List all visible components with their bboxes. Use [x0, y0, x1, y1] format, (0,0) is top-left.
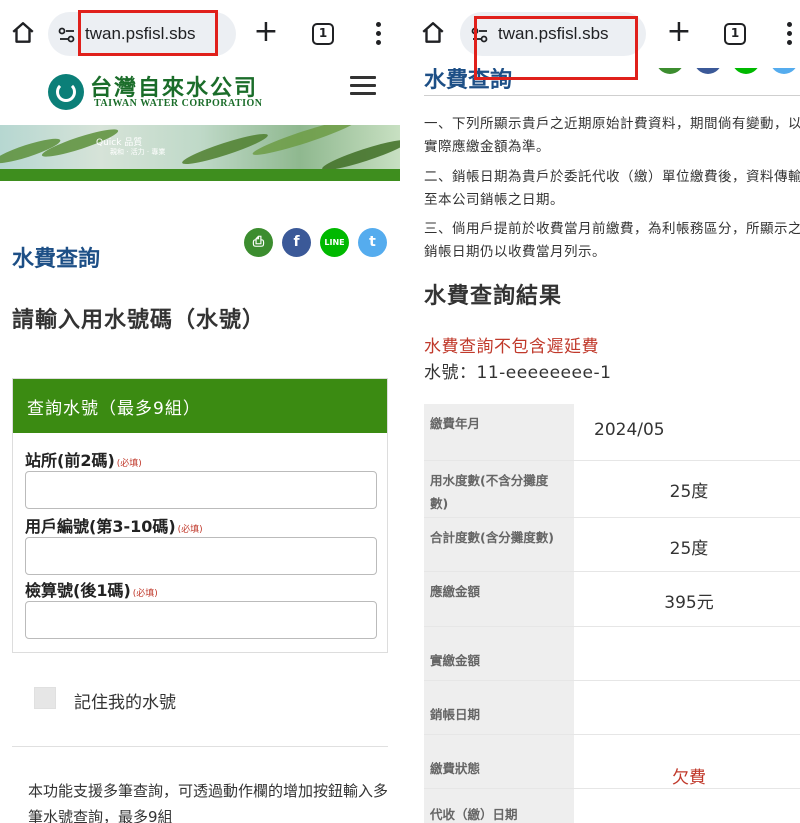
- hamburger-menu-icon[interactable]: [350, 76, 376, 95]
- new-tab-icon[interactable]: +: [253, 17, 279, 48]
- station-input[interactable]: [25, 471, 377, 509]
- site-settings-icon[interactable]: [57, 25, 77, 45]
- facebook-icon[interactable]: f: [282, 228, 311, 257]
- print-icon[interactable]: ⎙: [244, 228, 273, 257]
- note-paragraph-3: 三、倘用戶提前於收費當月前繳費，為利帳務區分，所顯示之銷帳日期仍以收費當月列示。: [424, 221, 800, 260]
- table-row: 繳費年月 2024/05: [424, 404, 800, 461]
- check-digit-label: 檢算號(後1碼) (必填): [25, 581, 158, 600]
- highlight-box: [474, 16, 638, 80]
- multi-query-note: 本功能支援多筆查詢，可透過動作欄的增加按鈕輸入多筆水號查詢，最多9組: [28, 782, 389, 823]
- row-value: [574, 788, 800, 823]
- table-row: 實繳金額: [424, 626, 800, 681]
- form-subtitle: 請輸入用水號碼（水號）: [12, 308, 266, 333]
- tab-switcher-button[interactable]: 1: [724, 23, 746, 45]
- water-number-form: 查詢水號（最多9組） 站所(前2碼) (必填) 用戶編號(第3-10碼) (必填) …: [12, 378, 388, 653]
- line-icon[interactable]: LINE: [320, 228, 349, 257]
- divider: [12, 746, 388, 747]
- left-screenshot: twan.psfisl.sbs + 1 台灣自來水公司 TAIWAN WATER…: [0, 0, 400, 823]
- row-label: 繳費年月: [424, 404, 574, 461]
- row-label: 銷帳日期: [424, 680, 574, 735]
- row-value: [574, 626, 800, 681]
- row-label: 合計度數(含分攤度數): [424, 517, 574, 572]
- right-screenshot: 水費查詢 twan.psfisl.sbs + 1 一、下列所顯示貴戶之近期原始計…: [410, 0, 800, 823]
- remember-label[interactable]: 記住我的水號: [74, 688, 176, 713]
- row-label: 代收（繳）日期: [424, 788, 574, 823]
- payment-status-value: 欠費: [574, 734, 800, 789]
- more-menu-icon[interactable]: [373, 22, 383, 46]
- more-menu-icon[interactable]: [784, 22, 794, 46]
- late-fee-warning: 水費查詢不包含遲延費: [424, 337, 599, 357]
- table-row: 合計度數(含分攤度數) 25度: [424, 517, 800, 572]
- home-icon[interactable]: [10, 20, 36, 46]
- banner-subslogan: 親和 · 活力 · 專業: [110, 148, 166, 156]
- twitter-icon[interactable]: t: [358, 228, 387, 257]
- table-row: 應繳金額 395元: [424, 571, 800, 627]
- table-row: 銷帳日期: [424, 680, 800, 735]
- browser-toolbar: twan.psfisl.sbs + 1: [410, 0, 800, 80]
- green-divider: [0, 169, 400, 181]
- station-label: 站所(前2碼) (必填): [25, 451, 142, 470]
- site-header: 台灣自來水公司 TAIWAN WATER CORPORATION: [0, 68, 400, 123]
- table-row: 代收（繳）日期: [424, 788, 800, 823]
- result-title: 水費查詢結果: [424, 284, 563, 309]
- required-tag: (必填): [116, 459, 142, 469]
- divider: [424, 95, 800, 96]
- row-value: 25度: [574, 517, 800, 572]
- note-paragraph-1: 一、下列所顯示貴戶之近期原始計費資料，期間倘有變動，以實際應繳金額為準。: [424, 116, 800, 155]
- row-label: 應繳金額: [424, 571, 574, 627]
- new-tab-icon[interactable]: +: [666, 17, 692, 48]
- note-paragraph-2: 二、銷帳日期為貴戶於委託代收（繳）單位繳費後，資料傳輸至本公司銷帳之日期。: [424, 169, 800, 208]
- required-tag: (必填): [177, 525, 203, 535]
- home-icon[interactable]: [420, 20, 446, 46]
- row-label: 用水度數(不含分攤度數): [424, 460, 574, 518]
- logo-text-en[interactable]: TAIWAN WATER CORPORATION: [94, 98, 263, 109]
- hero-banner: Quick 品質 親和 · 活力 · 專業: [0, 125, 400, 169]
- table-row: 用水度數(不含分攤度數) 25度: [424, 460, 800, 518]
- page-title: 水費查詢: [12, 247, 101, 272]
- row-value: [574, 680, 800, 735]
- water-number: 水號：11-eeeeeeee-1: [424, 363, 612, 383]
- customer-number-label: 用戶編號(第3-10碼) (必填): [25, 517, 203, 536]
- row-value: 2024/05: [574, 404, 800, 461]
- highlight-box: [78, 10, 218, 56]
- tab-switcher-button[interactable]: 1: [312, 23, 334, 45]
- row-value: 25度: [574, 460, 800, 518]
- result-table: 繳費年月 2024/05 用水度數(不含分攤度數) 25度 合計度數(含分攤度數) 2…: [424, 404, 800, 823]
- row-label: 繳費狀態: [424, 734, 574, 789]
- logo-icon[interactable]: [48, 74, 84, 110]
- required-tag: (必填): [132, 589, 158, 599]
- table-row: 繳費狀態 欠費: [424, 734, 800, 789]
- browser-toolbar: twan.psfisl.sbs + 1: [0, 0, 400, 68]
- screenshot-divider: [400, 0, 410, 823]
- form-header: 查詢水號（最多9組）: [13, 379, 387, 433]
- check-digit-input[interactable]: [25, 601, 377, 639]
- row-label: 實繳金額: [424, 626, 574, 681]
- customer-number-input[interactable]: [25, 537, 377, 575]
- remember-checkbox[interactable]: [34, 687, 56, 709]
- row-value: 395元: [574, 571, 800, 627]
